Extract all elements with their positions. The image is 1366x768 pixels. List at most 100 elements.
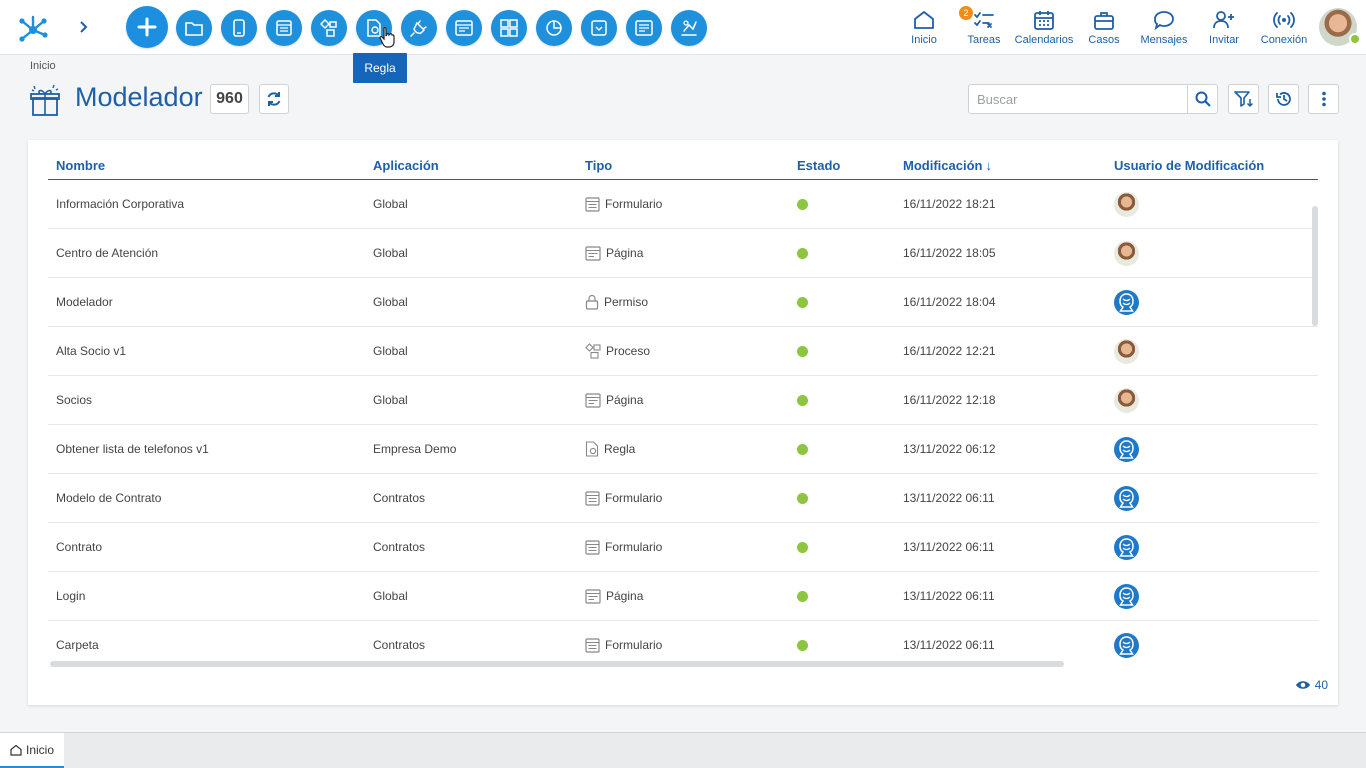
folder-button[interactable] bbox=[176, 10, 212, 46]
chat-icon bbox=[1153, 8, 1175, 32]
list-button[interactable] bbox=[581, 10, 617, 46]
page-icon bbox=[585, 392, 601, 408]
user-avatar[interactable] bbox=[1114, 583, 1139, 609]
user-avatar[interactable] bbox=[1114, 632, 1139, 658]
cell-tipo-label: Formulario bbox=[605, 197, 663, 211]
integration-button[interactable] bbox=[401, 10, 437, 46]
cell-tipo: Página bbox=[585, 376, 643, 424]
status-dot bbox=[797, 345, 808, 357]
cell-aplicacion: Contratos bbox=[373, 638, 426, 652]
cell-nombre[interactable]: Alta Socio v1 bbox=[56, 327, 126, 375]
modeler-icon bbox=[28, 83, 62, 117]
horizontal-scrollbar[interactable] bbox=[50, 661, 1064, 667]
nav-tareas[interactable]: 2 Tareas bbox=[959, 6, 1002, 48]
user-avatar[interactable] bbox=[1114, 485, 1139, 511]
breadcrumb[interactable]: Inicio bbox=[30, 60, 56, 72]
cell-modificacion: 16/11/2022 12:21 bbox=[903, 344, 996, 358]
process-button[interactable] bbox=[311, 10, 347, 46]
cell-nombre[interactable]: Obtener lista de telefonos v1 bbox=[56, 425, 209, 473]
cell-nombre[interactable]: Login bbox=[56, 572, 85, 620]
cell-usuario bbox=[1114, 229, 1139, 277]
nav-invitar[interactable]: Invitar bbox=[1204, 8, 1244, 48]
cell-nombre[interactable]: Modelador bbox=[56, 278, 113, 326]
table-row[interactable]: Contrato Contratos Formulario 13/11/2022 06… bbox=[48, 523, 1318, 572]
nav-label: Inicio bbox=[911, 34, 937, 46]
table-row[interactable]: Modelo de Contrato Contratos Formulario 13/… bbox=[48, 474, 1318, 523]
filter-button[interactable] bbox=[1228, 84, 1259, 114]
table-row[interactable]: Alta Socio v1 Global Proceso 16/11/2022 12:… bbox=[48, 327, 1318, 376]
add-button[interactable] bbox=[126, 6, 168, 48]
cell-estado bbox=[797, 327, 808, 375]
document-button[interactable] bbox=[626, 10, 662, 46]
column-header-estado[interactable]: Estado bbox=[797, 158, 840, 173]
cell-tipo-label: Página bbox=[606, 393, 644, 407]
form-button[interactable] bbox=[266, 10, 302, 46]
nav-conexion[interactable]: Conexión bbox=[1258, 8, 1310, 48]
nav-label: Mensajes bbox=[1140, 34, 1188, 46]
dropdown-box-icon bbox=[591, 20, 607, 36]
nav-casos[interactable]: Casos bbox=[1086, 8, 1122, 48]
search-input[interactable] bbox=[968, 84, 1188, 114]
cell-tipo-label: Formulario bbox=[605, 491, 663, 505]
cell-nombre[interactable]: Carpeta bbox=[56, 621, 99, 664]
refresh-button[interactable] bbox=[259, 84, 289, 114]
cell-nombre[interactable]: Centro de Atención bbox=[56, 229, 158, 277]
cell-modificacion: 13/11/2022 06:11 bbox=[903, 491, 995, 505]
process-icon bbox=[320, 19, 337, 37]
cell-estado bbox=[797, 474, 808, 522]
cell-nombre[interactable]: Socios bbox=[56, 376, 92, 424]
column-header-aplicacion[interactable]: Aplicación bbox=[373, 158, 439, 173]
mobile-button[interactable] bbox=[221, 10, 257, 46]
user-avatar[interactable] bbox=[1114, 387, 1139, 413]
app-logo[interactable] bbox=[0, 0, 66, 55]
cell-nombre[interactable]: Modelo de Contrato bbox=[56, 474, 161, 522]
table-row[interactable]: Centro de Atención Global Página 16/11/2022… bbox=[48, 229, 1318, 278]
nav-label: Tareas bbox=[967, 34, 1001, 46]
table-row[interactable]: Login Global Página 13/11/2022 06:11 bbox=[48, 572, 1318, 621]
cell-usuario bbox=[1114, 180, 1139, 228]
status-dot bbox=[797, 541, 808, 553]
deploy-button[interactable] bbox=[671, 10, 707, 46]
chevron-right-icon[interactable] bbox=[74, 16, 94, 38]
history-icon bbox=[1275, 92, 1291, 106]
user-avatar[interactable] bbox=[1114, 436, 1139, 462]
user-avatar[interactable] bbox=[1114, 289, 1139, 315]
cell-estado bbox=[797, 376, 808, 424]
user-avatar[interactable] bbox=[1114, 338, 1139, 364]
column-header-tipo[interactable]: Tipo bbox=[585, 158, 612, 173]
cell-nombre[interactable]: Información Corporativa bbox=[56, 180, 184, 228]
search-button[interactable] bbox=[1187, 84, 1218, 114]
table-row[interactable]: Socios Global Página 16/11/2022 12:18 bbox=[48, 376, 1318, 425]
cell-modificacion: 16/11/2022 18:04 bbox=[903, 295, 996, 309]
cell-tipo: Formulario bbox=[585, 180, 662, 228]
column-header-usuario[interactable]: Usuario de Modificación bbox=[1114, 158, 1264, 173]
tooltip: Regla bbox=[353, 53, 407, 83]
page-button[interactable] bbox=[446, 10, 482, 46]
more-options-button[interactable] bbox=[1308, 84, 1339, 114]
user-avatar[interactable] bbox=[1114, 240, 1139, 266]
column-header-modificacion[interactable]: Modificación ↓ bbox=[903, 158, 992, 173]
nav-mensajes[interactable]: Mensajes bbox=[1138, 8, 1190, 48]
table-row[interactable]: Carpeta Contratos Formulario 13/11/2022 06:… bbox=[48, 621, 1318, 664]
table-row[interactable]: Modelador Global Permiso 16/11/2022 18:04 bbox=[48, 278, 1318, 327]
tab-label: Inicio bbox=[25, 742, 54, 757]
column-header-nombre[interactable]: Nombre bbox=[56, 158, 105, 173]
cell-nombre[interactable]: Contrato bbox=[56, 523, 102, 571]
user-avatar[interactable] bbox=[1114, 191, 1139, 217]
cell-usuario bbox=[1114, 621, 1139, 664]
nav-inicio[interactable]: Inicio bbox=[906, 8, 942, 48]
cell-estado bbox=[797, 278, 808, 326]
user-avatar[interactable] bbox=[1114, 534, 1139, 560]
cell-tipo-label: Página bbox=[606, 246, 644, 260]
cell-tipo: Página bbox=[585, 229, 643, 277]
dashboard-button[interactable] bbox=[491, 10, 527, 46]
vertical-scrollbar[interactable] bbox=[1312, 206, 1318, 326]
table-row[interactable]: Obtener lista de telefonos v1 Empresa Dem… bbox=[48, 425, 1318, 474]
history-button[interactable] bbox=[1268, 84, 1299, 114]
nav-calendarios[interactable]: Calendarios bbox=[1014, 8, 1074, 48]
signal-icon bbox=[1272, 8, 1296, 32]
report-button[interactable] bbox=[536, 10, 572, 46]
tab-inicio[interactable]: Inicio bbox=[0, 733, 64, 768]
cell-tipo-label: Formulario bbox=[605, 540, 663, 554]
table-row[interactable]: Información Corporativa Global Formulario 1… bbox=[48, 180, 1318, 229]
